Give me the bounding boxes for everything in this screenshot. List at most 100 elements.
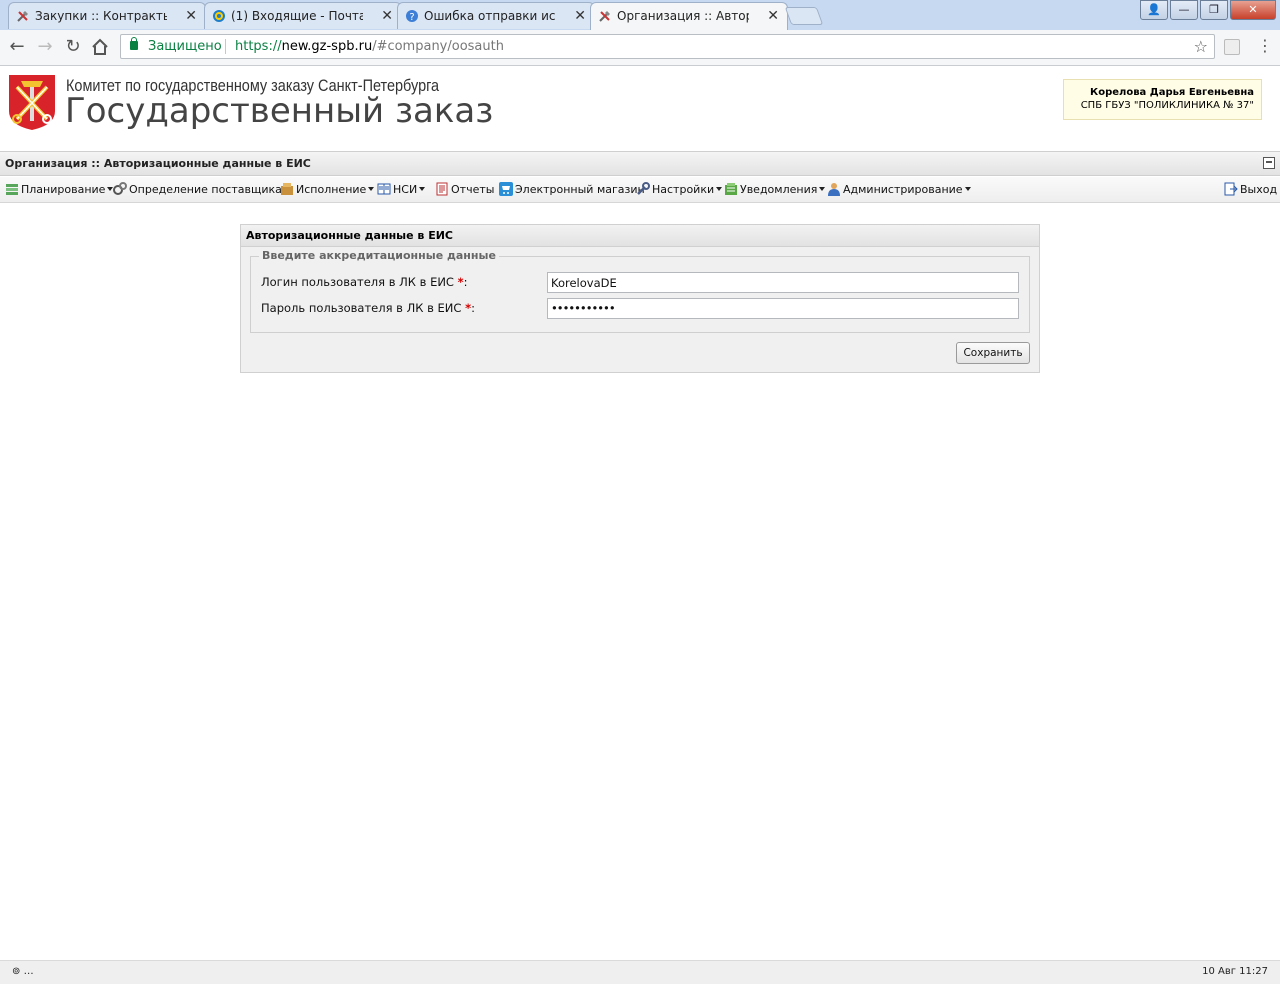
password-label-text: Пароль пользователя в ЛК в ЕИС xyxy=(261,301,462,315)
accreditation-fieldset: Введите аккредитационные данные Логин по… xyxy=(250,249,1030,333)
tools-icon xyxy=(599,11,610,22)
current-user-box[interactable]: Корелова Дарья Евгеньевна СПБ ГБУЗ "ПОЛИ… xyxy=(1063,79,1262,120)
bookmark-star-icon[interactable]: ☆ xyxy=(1194,35,1208,58)
cart-icon xyxy=(499,182,513,196)
browser-toolbar: ← → ↻ Защищено https://new.gz-spb.ru/#co… xyxy=(0,30,1280,66)
menu-label: Администрирование xyxy=(843,183,963,196)
browser-tab[interactable]: Закупки :: Контракты на ✕ xyxy=(8,2,206,29)
forward-icon[interactable]: → xyxy=(34,36,56,58)
menu-item-planning[interactable]: Планирование xyxy=(5,182,114,198)
url-path: /#company/oosauth xyxy=(372,39,504,54)
loading-icon: ⊚ xyxy=(12,966,21,977)
extension-icon[interactable] xyxy=(1224,39,1240,55)
menu-label: Планирование xyxy=(21,183,106,196)
status-left: ⊚ … xyxy=(12,961,34,983)
collapse-icon[interactable] xyxy=(1263,157,1275,169)
menu-item-execution[interactable]: Исполнение xyxy=(280,182,375,198)
svg-text:?: ? xyxy=(409,12,414,23)
menu-item-notifications[interactable]: Уведомления xyxy=(724,182,826,198)
divider xyxy=(225,39,226,54)
password-label: Пароль пользователя в ЛК в ЕИС *: xyxy=(261,301,475,315)
logout-label: Выход xyxy=(1240,183,1278,196)
menu-label: Электронный магазин xyxy=(515,183,645,196)
login-label: Логин пользователя в ЛК в ЕИС *: xyxy=(261,275,468,289)
status-bar: ⊚ … 10 Авг 11:27 xyxy=(0,960,1280,984)
menu-item-supplier[interactable]: Определение поставщика xyxy=(113,182,290,198)
menu-item-settings[interactable]: Настройки xyxy=(636,182,723,198)
wrench-icon xyxy=(637,182,650,195)
close-tab-icon[interactable]: ✕ xyxy=(574,3,586,29)
book-icon xyxy=(377,183,391,195)
main-menu: Планирование Определение поставщика Испо… xyxy=(0,177,1280,203)
tab-title: (1) Входящие - Почта Ма xyxy=(231,9,363,23)
url-host: new.gz-spb.ru xyxy=(281,39,373,54)
address-bar[interactable]: Защищено https://new.gz-spb.ru/#company/… xyxy=(120,34,1215,59)
lock-icon xyxy=(130,37,138,50)
spb-emblem-logo xyxy=(9,75,55,130)
label-colon: : xyxy=(463,275,468,289)
menu-label: Исполнение xyxy=(296,183,367,196)
back-icon[interactable]: ← xyxy=(6,36,28,58)
chevron-down-icon xyxy=(368,187,375,191)
url-text[interactable]: https://new.gz-spb.ru/#company/oosauth xyxy=(235,35,504,58)
auth-data-window: Авторизационные данные в ЕИС Введите акк… xyxy=(240,224,1040,373)
browser-tab[interactable]: ? Ошибка отправки испол ✕ xyxy=(397,2,595,29)
chevron-down-icon xyxy=(819,187,826,191)
menu-label: Настройки xyxy=(652,183,715,196)
page-title: Организация :: Авторизационные данные в … xyxy=(5,157,311,170)
status-text: … xyxy=(23,966,34,977)
help-icon: ? xyxy=(406,10,418,23)
notification-icon xyxy=(725,183,737,195)
user-org: СПБ ГБУЗ "ПОЛИКЛИНИКА № 37" xyxy=(1080,100,1254,111)
tools-icon xyxy=(17,11,28,22)
close-tab-icon[interactable]: ✕ xyxy=(185,3,197,29)
admin-user-icon xyxy=(828,183,840,196)
login-input[interactable] xyxy=(547,272,1019,293)
site-title: Государственный заказ xyxy=(65,91,494,131)
fieldset-legend: Введите аккредитационные данные xyxy=(259,249,499,262)
browser-menu-icon[interactable]: ⋮ xyxy=(1257,35,1273,57)
menu-label: Отчеты xyxy=(451,183,495,196)
menu-item-eshop[interactable]: Электронный магазин xyxy=(499,182,645,198)
logout-icon xyxy=(1224,182,1238,196)
browser-tab-active[interactable]: Организация :: Авториза ✕ xyxy=(590,2,788,31)
menu-label: Уведомления xyxy=(740,183,818,196)
login-label-text: Логин пользователя в ЛК в ЕИС xyxy=(261,275,454,289)
user-icon[interactable]: 👤 xyxy=(1140,0,1168,20)
menu-item-nsi[interactable]: НСИ xyxy=(377,182,426,198)
close-tab-icon[interactable]: ✕ xyxy=(767,3,779,29)
chevron-down-icon xyxy=(964,187,971,191)
execution-icon xyxy=(281,183,293,195)
gears-icon xyxy=(113,182,127,195)
window-controls: 👤 — ❐ ✕ xyxy=(1138,0,1276,20)
chevron-down-icon xyxy=(716,187,723,191)
tab-title: Организация :: Авториза xyxy=(617,9,749,23)
menu-item-admin[interactable]: Администрирование xyxy=(827,182,971,198)
page-title-bar: Организация :: Авторизационные данные в … xyxy=(0,151,1280,176)
reload-icon[interactable]: ↻ xyxy=(62,36,84,58)
window-title: Авторизационные данные в ЕИС xyxy=(241,225,1039,247)
planning-icon xyxy=(6,184,18,195)
url-scheme: https:// xyxy=(235,39,282,54)
secure-label: Защищено xyxy=(148,39,222,54)
close-window-button[interactable]: ✕ xyxy=(1230,0,1276,20)
mail-icon xyxy=(213,10,225,22)
home-icon[interactable] xyxy=(90,37,110,57)
new-tab-button[interactable] xyxy=(784,7,824,25)
save-button[interactable]: Сохранить xyxy=(956,342,1030,364)
chevron-down-icon xyxy=(419,187,426,191)
menu-label: Определение поставщика xyxy=(129,183,282,196)
password-input[interactable]: ••••••••••• xyxy=(547,298,1019,319)
tab-title: Закупки :: Контракты на xyxy=(35,9,167,23)
minimize-button[interactable]: — xyxy=(1170,0,1198,20)
browser-tab[interactable]: (1) Входящие - Почта Ма ✕ xyxy=(204,2,402,29)
close-tab-icon[interactable]: ✕ xyxy=(381,3,393,29)
logout-button[interactable]: Выход xyxy=(1224,182,1277,198)
menu-item-reports[interactable]: Отчеты xyxy=(435,182,494,198)
status-datetime: 10 Авг 11:27 xyxy=(1202,966,1268,977)
user-name: Корелова Дарья Евгеньевна xyxy=(1090,87,1254,98)
report-icon xyxy=(436,182,448,196)
site-header: Комитет по государственному заказу Санкт… xyxy=(0,66,1280,150)
label-colon: : xyxy=(471,301,475,315)
restore-button[interactable]: ❐ xyxy=(1200,0,1228,20)
